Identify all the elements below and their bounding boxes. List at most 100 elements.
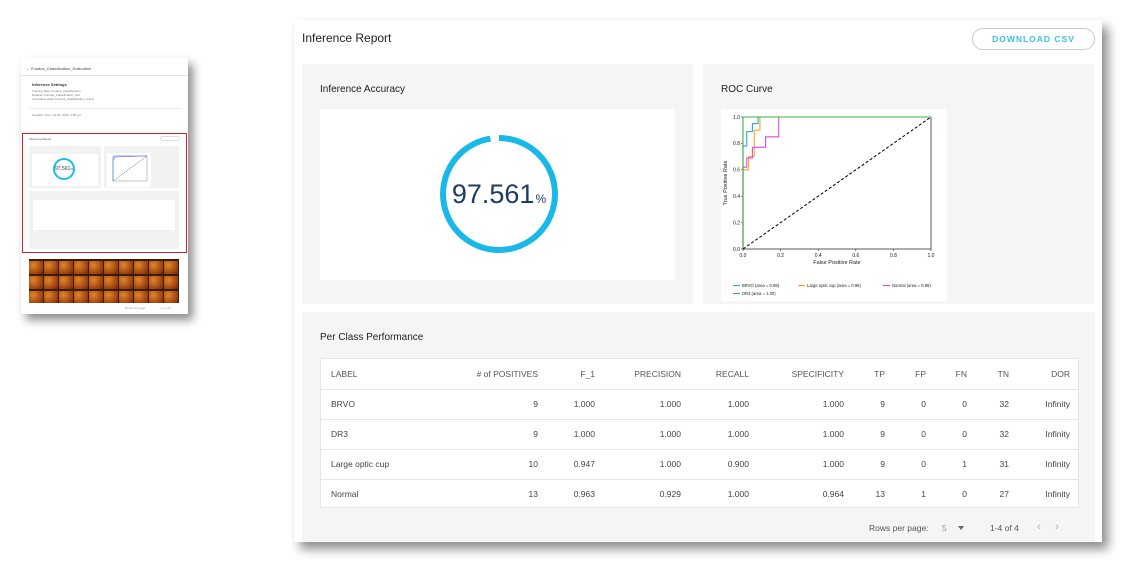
roc-curve-card: ROC Curve 0.0 0.0 0.2 0.2 0.4 0.4 0.6 0.6 0.8 0.8… [703,64,1094,304]
column-header[interactable]: # of POSITIVES [451,359,546,390]
table-row: DR3 9 1.000 1.000 1.000 1.000 9 0 0 32 I… [321,419,1078,450]
column-header[interactable]: TP [852,359,893,390]
column-header[interactable]: DOR [1017,359,1078,390]
accuracy-gauge: 97.561 % [440,135,558,253]
rows-per-page-label: Rows per page: [869,523,929,533]
cell: 10 [451,449,546,480]
chevron-down-icon[interactable] [958,526,964,530]
table-header-row: LABEL # of POSITIVES F_1 PRECISION RECAL… [321,359,1078,390]
performance-table: LABEL # of POSITIVES F_1 PRECISION RECAL… [321,359,1078,509]
cell: 0.929 [659,489,681,500]
column-header[interactable]: LABEL [321,359,451,390]
accuracy-box: 97.561 % [320,109,675,280]
inference-accuracy-card: Inference Accuracy 97.561 % [302,64,693,304]
divider [21,75,188,76]
cell: 1.000 [757,449,852,480]
column-header[interactable]: FN [934,359,975,390]
accuracy-unit: % [535,191,547,206]
cell: 9 [852,389,893,420]
x-tick-label: 0.0 [740,253,747,259]
column-header[interactable]: RECALL [689,359,757,390]
cell: 0.963 [573,489,595,500]
cell: 0 [934,419,975,450]
accuracy-value: 97.561 [451,178,535,209]
cell: 13 [528,489,538,500]
cell: 1.000 [603,419,689,450]
cell: Infinity [1017,449,1078,480]
thumbnail-report-title: Inference Report [29,137,52,141]
cell: 1.000 [727,489,749,500]
x-tick-label: 0.6 [852,253,859,259]
cell-label: DR3 [321,419,451,450]
cell: 1 [921,489,926,500]
x-axis-label: False Positive Rate [813,260,860,266]
column-header[interactable]: SPECIFICITY [757,359,852,390]
cell: 13 [875,489,885,500]
cell: 1.000 [757,419,852,450]
table-row: Normal 13 0.963 0.929 1.000 0.964 13 1 0… [321,479,1078,509]
cell: 0 [893,419,934,450]
cell: 0 [893,389,934,420]
cell: 0.947 [546,449,603,480]
cell: 1.000 [689,389,757,420]
column-header[interactable]: TN [975,359,1017,390]
legend-label: Large optic cup (area = 0.98) [807,283,861,288]
rows-per-page-select[interactable]: 5 [942,523,947,533]
thumbnail-setting-line: Annotation Data: Fundus_Classification_t… [32,97,95,101]
fundus-image-grid[interactable] [29,259,179,303]
column-header[interactable]: F_1 [546,359,603,390]
report-thumbnail[interactable]: ← Fundus_Classification_Evaluation Infer… [21,58,188,314]
table-row: Large optic cup 10 0.947 1.000 0.900 1.0… [321,449,1078,480]
cell: Infinity [1045,489,1070,500]
cell: 9 [451,389,546,420]
y-tick-label: 1.0 [733,115,740,121]
thumbnail-roc-mini [112,155,148,182]
thumbnail-accuracy-card: 97.561% [29,146,101,188]
y-tick-label: 0.8 [733,141,740,147]
y-tick-label: 0.6 [733,168,740,174]
cell: 32 [975,389,1017,420]
legend-label: DR3 (area = 1.00) [742,291,776,296]
y-axis-label: True Positive Rate [723,160,729,205]
thumbnail-roc-card [104,146,179,188]
column-header[interactable]: PRECISION [603,359,689,390]
cell: 0.964 [822,489,844,500]
x-tick-label: 0.4 [815,253,822,259]
thumbnail-gauge: 97.561% [53,158,75,180]
cell-label: Normal [331,489,359,500]
cell-label: BRVO [321,389,451,420]
legend-label: BRVO (area = 0.98) [742,283,780,288]
performance-title: Per Class Performance [320,332,424,343]
per-class-performance-card: Per Class Performance LABEL # of POSITIV… [302,312,1095,542]
accuracy-title: Inference Accuracy [320,84,406,95]
roc-title: ROC Curve [721,84,773,95]
cell: 9 [852,449,893,480]
cell: 1 [934,449,975,480]
inference-report-panel: Inference Report DOWNLOAD CSV Inference … [294,20,1102,542]
roc-chart: 0.00.0 0.2 0.2 0.4 0.4 0.6 0.6 0.8 0.8 1.0 1.0 Fals… [723,115,935,296]
cell: 1.000 [603,389,689,420]
table-row: BRVO 9 1.000 1.000 1.000 1.000 9 0 0 32 … [321,389,1078,420]
cell: 1.000 [546,389,603,420]
cell: 0 [962,489,967,500]
prev-page-icon[interactable]: ‹ [1032,520,1046,534]
cell: Infinity [1017,389,1078,420]
cell: 1.000 [546,419,603,450]
cell: 0 [934,389,975,420]
roc-chart-box: 0.0 0.0 0.2 0.2 0.4 0.4 0.6 0.6 0.8 0.8 1.0 1.0 Fals… [721,109,947,301]
x-tick-label: 0.2 [777,253,784,259]
thumbnail-created: Creation Time: Jul 30, 2020, 4:05 pm [32,113,82,117]
cell: 32 [975,419,1017,450]
download-csv-button[interactable]: DOWNLOAD CSV [972,28,1095,50]
next-page-icon[interactable]: › [1050,520,1064,534]
legend-label: Normal (area = 0.96) [892,283,931,288]
thumbnail-pager: Rows per page [125,306,146,310]
thumbnail-pager-range: 1-4 of 4 [161,306,172,310]
column-header[interactable]: FP [893,359,934,390]
cell: 1.000 [689,419,757,450]
thumbnail-csv-button [160,136,180,141]
cell: 31 [975,449,1017,480]
cell: 0 [893,449,934,480]
cell: 0.900 [689,449,757,480]
cell: 1.000 [603,449,689,480]
